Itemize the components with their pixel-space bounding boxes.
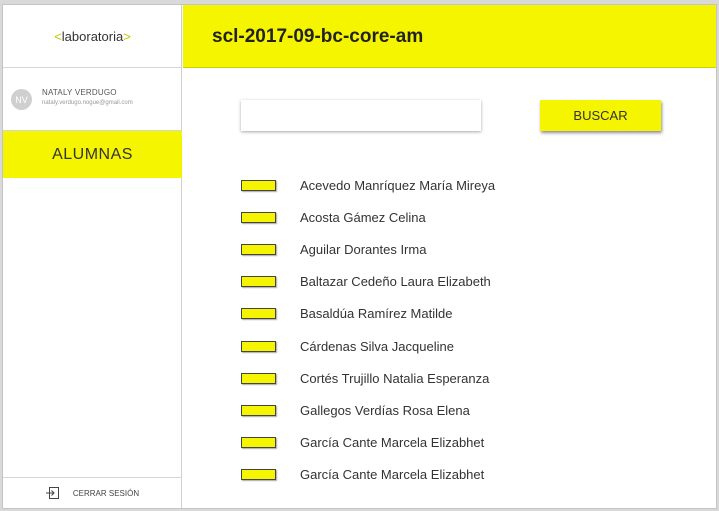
student-name: Basaldúa Ramírez Matilde bbox=[300, 306, 453, 322]
sidebar: < laboratoria > NV NATALY VERDUGO nataly… bbox=[3, 5, 182, 508]
student-list-item[interactable]: Baltazar Cedeño Laura Elizabeth bbox=[241, 266, 681, 298]
student-list-item[interactable]: García Cante Marcela Elizabhet bbox=[241, 459, 681, 491]
student-name: Acevedo Manríquez María Mireya bbox=[300, 177, 496, 193]
logout-icon bbox=[45, 487, 59, 499]
logo-bracket-right: > bbox=[123, 28, 131, 44]
search-button[interactable]: BUSCAR bbox=[540, 100, 661, 131]
logo-bracket-left: < bbox=[54, 28, 62, 44]
student-list-item[interactable]: Acosta Gámez Celina bbox=[241, 201, 681, 233]
student-list-item[interactable]: Acevedo Manríquez María Mireya bbox=[241, 169, 681, 201]
student-tag[interactable] bbox=[241, 469, 276, 481]
student-tag[interactable] bbox=[241, 404, 276, 416]
student-list-item[interactable]: Gallegos Verdías Rosa Elena bbox=[241, 394, 681, 426]
student-name: García Cante Marcela Elizabhet bbox=[300, 435, 485, 451]
student-name: Aguilar Dorantes Irma bbox=[300, 241, 427, 257]
search-input[interactable] bbox=[241, 100, 481, 131]
student-name: García Cante Marcela Elizabhet bbox=[300, 467, 485, 483]
student-tag[interactable] bbox=[241, 211, 276, 223]
profile-email: nataly.verdugo.nogue@gmail.com bbox=[42, 100, 133, 106]
profile-name: NATALY VERDUGO bbox=[42, 88, 117, 97]
student-tag[interactable] bbox=[241, 308, 276, 320]
student-name: Acosta Gámez Celina bbox=[300, 209, 426, 225]
student-name: Cárdenas Silva Jacqueline bbox=[300, 338, 454, 354]
avatar: NV bbox=[11, 89, 32, 110]
page-title: scl-2017-09-bc-core-am bbox=[212, 26, 424, 47]
student-tag[interactable] bbox=[241, 276, 276, 288]
student-list: Acevedo Manríquez María Mireya Acosta Gám… bbox=[241, 169, 681, 491]
student-tag[interactable] bbox=[241, 179, 276, 191]
app-window: < laboratoria > NV NATALY VERDUGO nataly… bbox=[2, 4, 717, 509]
student-list-item[interactable]: Cárdenas Silva Jacqueline bbox=[241, 330, 681, 362]
logo-text: laboratoria bbox=[61, 28, 124, 44]
brand-logo[interactable]: < laboratoria > bbox=[3, 5, 182, 68]
sidebar-item-label: ALUMNAS bbox=[52, 145, 133, 163]
student-tag[interactable] bbox=[241, 437, 276, 449]
student-name: Gallegos Verdías Rosa Elena bbox=[300, 402, 470, 418]
student-list-item[interactable]: Aguilar Dorantes Irma bbox=[241, 233, 681, 265]
logout-label: CERRAR SESIÓN bbox=[72, 488, 140, 498]
student-tag[interactable] bbox=[241, 340, 276, 352]
logout-button[interactable]: CERRAR SESIÓN bbox=[3, 477, 182, 508]
student-tag[interactable] bbox=[241, 372, 276, 384]
student-list-item[interactable]: García Cante Marcela Elizabhet bbox=[241, 427, 681, 459]
user-profile: NV NATALY VERDUGO nataly.verdugo.nogue@g… bbox=[3, 69, 182, 131]
header-bar: scl-2017-09-bc-core-am bbox=[183, 5, 716, 68]
sidebar-item-alumnas[interactable]: ALUMNAS bbox=[3, 131, 182, 178]
student-name: Cortés Trujillo Natalia Esperanza bbox=[300, 370, 490, 386]
student-list-item[interactable]: Cortés Trujillo Natalia Esperanza bbox=[241, 362, 681, 394]
student-list-item[interactable]: Basaldúa Ramírez Matilde bbox=[241, 298, 681, 330]
student-tag[interactable] bbox=[241, 243, 276, 255]
student-name: Baltazar Cedeño Laura Elizabeth bbox=[300, 274, 491, 290]
